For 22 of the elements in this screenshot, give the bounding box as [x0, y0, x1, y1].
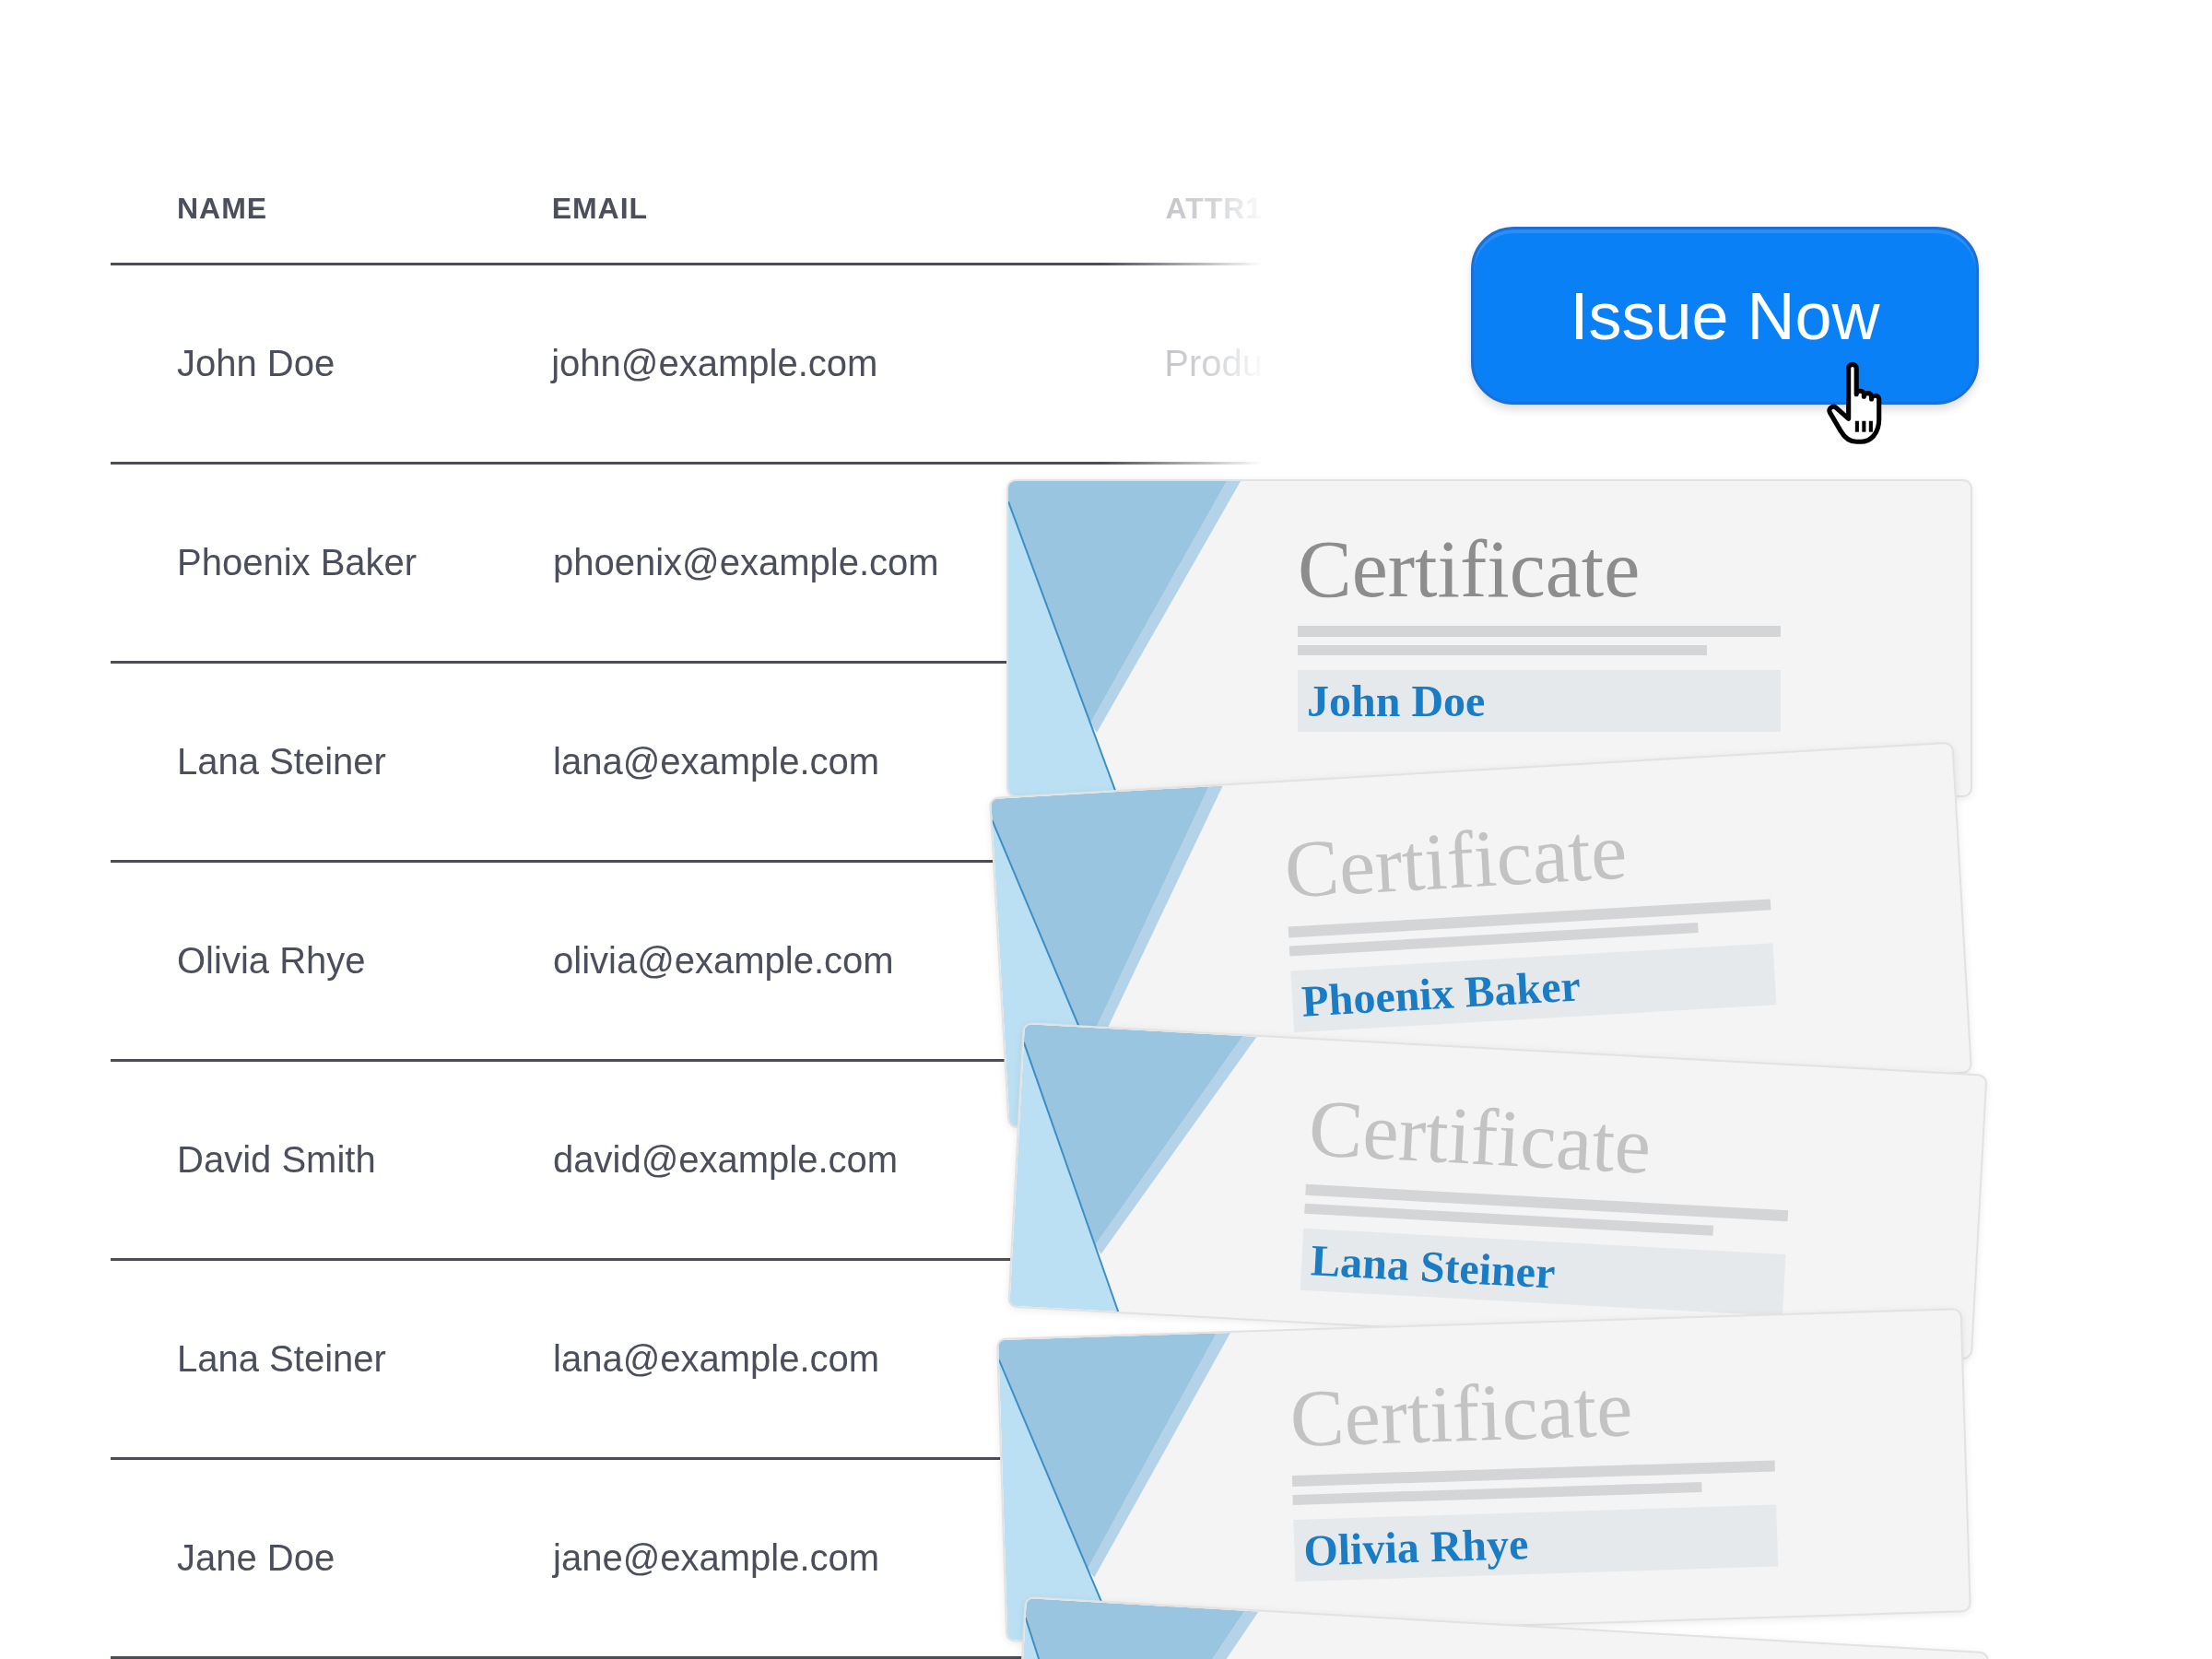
- table-cell: lana@example.com: [553, 1338, 880, 1379]
- table-cell: jane@example.com: [553, 1537, 880, 1578]
- table-cell: phoenix@example.com: [553, 542, 939, 582]
- table-cell: Lana Steiner: [177, 741, 386, 782]
- table-cell: lana@example.com: [553, 741, 880, 782]
- certificate-title: Certificate: [1298, 529, 1641, 610]
- table-cell: Phoenix Baker: [177, 542, 418, 582]
- table-cell: olivia@example.com: [553, 940, 894, 981]
- issue-now-button[interactable]: Issue Now: [1471, 227, 1979, 405]
- recipient-name: Phoenix Baker: [1300, 962, 1582, 1024]
- table-cell: Lana Steiner: [177, 1338, 386, 1379]
- recipient-name: John Doe: [1307, 678, 1486, 724]
- table-cell: Jane Doe: [177, 1537, 335, 1578]
- table-cell: john@example.com: [551, 343, 878, 383]
- column-header: EMAIL: [551, 191, 648, 225]
- table-cell: David Smith: [177, 1139, 376, 1180]
- recipient-name: Lana Steiner: [1310, 1237, 1557, 1296]
- table-cell: Olivia Rhye: [177, 940, 366, 981]
- recipient-name: Olivia Rhye: [1302, 1521, 1530, 1573]
- table-cell: John Doe: [177, 343, 335, 383]
- table-cell: david@example.com: [553, 1139, 899, 1180]
- column-header: NAME: [177, 191, 268, 225]
